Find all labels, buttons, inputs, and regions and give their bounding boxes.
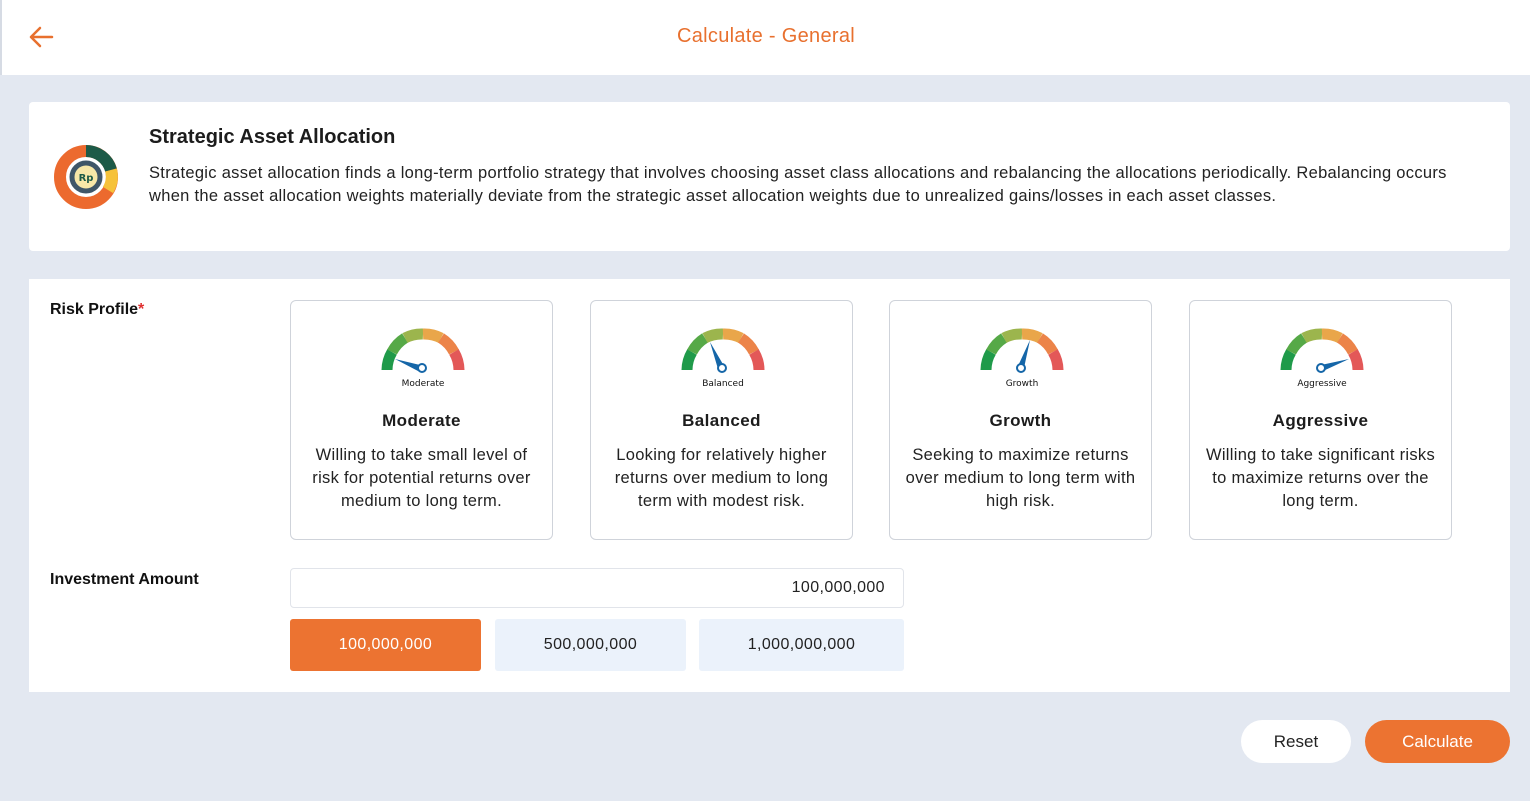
risk-card-aggressive[interactable]: Aggressive Aggressive Willing to take si… xyxy=(1189,300,1452,540)
gauge-label: Growth xyxy=(1006,379,1039,389)
strategy-info-card: Rp Strategic Asset Allocation Strategic … xyxy=(29,102,1510,251)
required-mark: * xyxy=(138,301,145,318)
risk-card-moderate[interactable]: Moderate Moderate Willing to take small … xyxy=(290,300,553,540)
risk-gauge-icon: Growth xyxy=(980,328,1064,389)
strategy-title: Strategic Asset Allocation xyxy=(149,126,396,148)
risk-name: Growth xyxy=(989,411,1052,430)
investment-amount-label: Investment Amount xyxy=(50,571,199,588)
top-bar: Calculate - General xyxy=(0,0,1530,75)
risk-gauge-icon: Aggressive xyxy=(1280,328,1364,389)
risk-name: Moderate xyxy=(382,411,461,430)
risk-name: Aggressive xyxy=(1272,411,1369,430)
risk-profile-label-text: Risk Profile xyxy=(50,301,139,318)
risk-description: Willing to take significant risks to max… xyxy=(1205,446,1436,510)
quick-amount-1b-button[interactable]: 1,000,000,000 xyxy=(699,619,904,671)
quick-amount-500m-button[interactable]: 500,000,000 xyxy=(495,619,686,671)
reset-button[interactable]: Reset xyxy=(1241,720,1351,763)
risk-name: Balanced xyxy=(682,411,761,430)
risk-description: Willing to take small level of risk for … xyxy=(312,446,531,510)
risk-gauge-icon: Balanced xyxy=(681,328,765,389)
risk-gauge-icon: Moderate xyxy=(381,328,465,389)
calculate-button[interactable]: Calculate xyxy=(1365,720,1510,763)
logo-text: Rp xyxy=(79,173,94,184)
risk-card-balanced[interactable]: Balanced Balanced Looking for relatively… xyxy=(590,300,853,540)
form-panel: Risk Profile* Moderate Moderate Willing … xyxy=(29,279,1510,692)
gauge-label: Balanced xyxy=(702,379,744,389)
risk-description: Looking for relatively higher returns ov… xyxy=(614,446,829,510)
risk-card-growth[interactable]: Growth Growth Seeking to maximize return… xyxy=(889,300,1152,540)
gauge-label: Moderate xyxy=(402,379,445,389)
strategy-description: Strategic asset allocation finds a long-… xyxy=(149,164,1447,205)
page-title: Calculate - General xyxy=(676,25,855,47)
risk-profile-label: Risk Profile* xyxy=(50,301,144,319)
risk-description: Seeking to maximize returns over medium … xyxy=(905,446,1136,510)
gauge-label: Aggressive xyxy=(1297,379,1347,389)
quick-amount-100m-button[interactable]: 100,000,000 xyxy=(290,619,481,671)
investment-amount-input[interactable] xyxy=(290,568,904,608)
allocation-logo-icon: Rp xyxy=(54,145,118,209)
